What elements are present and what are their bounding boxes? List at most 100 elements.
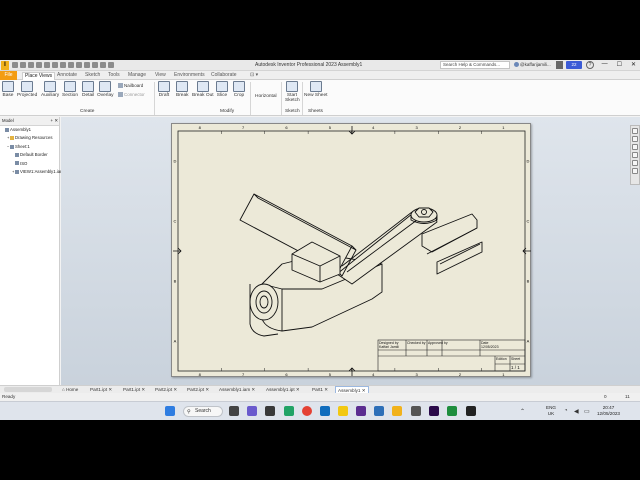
break-button[interactable]: Break (176, 81, 189, 98)
zoom-icon[interactable] (632, 144, 638, 150)
doctab-label: Part2.ipt (187, 387, 205, 392)
params-icon[interactable] (100, 62, 106, 68)
auxiliary-button[interactable]: Auxiliary (41, 81, 59, 98)
home-icon[interactable] (52, 62, 58, 68)
add-panel-button[interactable]: + (50, 117, 53, 125)
explorer-icon[interactable] (411, 406, 421, 416)
material-icon[interactable] (84, 62, 90, 68)
draft-button[interactable]: Draft (158, 81, 170, 98)
select-icon[interactable] (68, 62, 74, 68)
cart-icon[interactable] (556, 61, 563, 69)
section-button[interactable]: Section (62, 81, 78, 98)
chevron-up-icon[interactable]: ⌃ (520, 408, 525, 415)
close-panel-button[interactable]: ✕ (54, 117, 58, 125)
tb-author: Kaffari Jamili (379, 345, 399, 349)
mail-icon[interactable] (374, 406, 384, 416)
tab-collaborate[interactable]: Collaborate (211, 72, 237, 80)
overlay-button[interactable]: Overlay (97, 81, 114, 98)
tab-manage[interactable]: Manage (128, 72, 146, 80)
horizontal-scrollbar[interactable] (4, 387, 52, 392)
close-button[interactable]: ✕ (631, 61, 636, 68)
sheets-group-label: Sheets (308, 109, 323, 114)
zone-letter-label: B (527, 279, 530, 284)
new-sheet-label: New Sheet (304, 93, 328, 98)
premiere-icon[interactable] (429, 406, 439, 416)
horizontal-button[interactable]: Horizontal (255, 94, 277, 99)
break-out-label: Break Out (192, 93, 214, 98)
user-account[interactable]: @kaffarijamili... (514, 62, 551, 68)
snap-icon[interactable] (108, 62, 114, 68)
sticky-icon[interactable] (338, 406, 348, 416)
save-icon[interactable] (28, 62, 34, 68)
edge-icon[interactable] (320, 406, 330, 416)
pan-icon[interactable] (632, 136, 638, 142)
new-sheet-button[interactable]: New Sheet (304, 81, 327, 98)
projected-button[interactable]: Projected (17, 81, 37, 98)
wifi-icon[interactable]: ◔ (564, 408, 568, 414)
browser-node[interactable]: Default Border (0, 151, 59, 159)
tab-tools[interactable]: Tools (108, 72, 120, 80)
detail-button[interactable]: Detail (82, 81, 94, 98)
redo-icon[interactable] (44, 62, 50, 68)
help-search-input[interactable]: Search Help & Commands... (440, 61, 510, 69)
zoom-all-icon[interactable] (632, 168, 638, 174)
tab-file[interactable]: File (0, 71, 17, 80)
matlab-icon[interactable] (356, 406, 366, 416)
connector-button[interactable]: Connector (118, 92, 145, 98)
inventor-taskbar-icon[interactable] (392, 406, 402, 416)
look-at-icon[interactable] (632, 160, 638, 166)
start-sketch-button[interactable]: Start Sketch (285, 81, 300, 103)
sheets-app-icon[interactable] (284, 406, 294, 416)
camera-icon[interactable] (265, 406, 275, 416)
undo-icon[interactable] (36, 62, 42, 68)
help-icon[interactable]: ? (586, 61, 594, 69)
tab-place-views[interactable]: Place Views (22, 72, 56, 80)
capcut-icon[interactable] (466, 406, 476, 416)
start-icon[interactable] (165, 406, 175, 416)
inventor-logo-icon[interactable]: I (1, 61, 9, 70)
graphics-window[interactable]: 8877665544332211 DDCCBBAA Designed by Ka… (61, 117, 640, 385)
browser-node[interactable]: + Drawing Resources (0, 134, 59, 142)
crop-button[interactable]: Crop (233, 81, 245, 98)
break-label: Break (176, 93, 189, 98)
folder-icon (10, 136, 14, 141)
browser-node[interactable]: Assembly1 (0, 126, 59, 134)
orbit-icon[interactable] (632, 152, 638, 158)
tab-environments[interactable]: Environments (174, 72, 205, 80)
open-icon[interactable] (20, 62, 26, 68)
appearance-icon[interactable] (76, 62, 82, 68)
measure-icon[interactable] (92, 62, 98, 68)
nailboard-button[interactable]: Nailboard (118, 83, 143, 89)
navigation-wheel-icon[interactable] (632, 128, 638, 134)
slice-button[interactable]: Slice (216, 81, 228, 98)
drawing-sheet[interactable]: 8877665544332211 DDCCBBAA Designed by Ka… (171, 123, 531, 377)
browser-node-label: Assembly1 (10, 127, 32, 132)
browser-node[interactable]: − Sheet:1 (0, 143, 59, 151)
clock[interactable]: 20:47 12/05/2023 (597, 405, 620, 417)
assembly-view[interactable] (239, 193, 483, 337)
update-icon[interactable] (60, 62, 66, 68)
browser-node[interactable]: ISO (0, 160, 59, 168)
maximize-button[interactable]: ☐ (617, 61, 622, 68)
browser-node[interactable]: + VIEW1:Assembly1.iam (0, 168, 64, 176)
tab-view[interactable]: View (155, 72, 166, 80)
browser-node-label: Drawing Resources (15, 135, 53, 141)
tab-annotate[interactable]: Annotate (57, 72, 77, 80)
language-indicator[interactable]: ENG UK (546, 405, 556, 417)
section-label: Section (62, 93, 78, 98)
battery-icon[interactable]: ▭ (584, 408, 590, 415)
new-icon[interactable] (12, 62, 18, 68)
clock-date: 12/05/2023 (597, 411, 620, 416)
minimize-button[interactable]: — (602, 61, 608, 68)
taskbar-search[interactable]: ⚲ Search (183, 406, 223, 417)
notification-badge[interactable]: 22 (566, 61, 582, 69)
chat-icon[interactable] (247, 406, 257, 416)
task-view-icon[interactable] (229, 406, 239, 416)
excel-icon[interactable] (447, 406, 457, 416)
break-out-button[interactable]: Break Out (192, 81, 214, 98)
base-button[interactable]: Base (2, 81, 14, 98)
chrome-icon[interactable] (302, 406, 312, 416)
tab-sketch[interactable]: Sketch (85, 72, 100, 80)
tab-more[interactable]: ⊡ ▾ (250, 72, 258, 80)
volume-icon[interactable]: ◀ (574, 408, 579, 415)
